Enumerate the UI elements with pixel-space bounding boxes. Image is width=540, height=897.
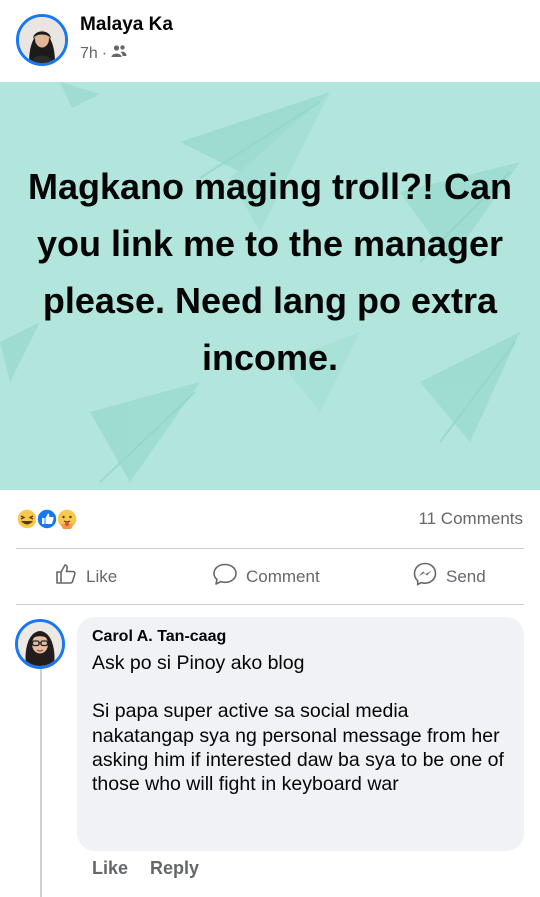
- haha-reaction-icon: [16, 508, 38, 530]
- commenter-avatar-image: [18, 622, 62, 666]
- like-icon: [54, 562, 78, 591]
- comment-thread: Carol A. Tan-caag Ask po si Pinoy ako bl…: [0, 605, 540, 897]
- author-name[interactable]: Malaya Ka: [80, 14, 173, 36]
- comment-button[interactable]: Comment: [212, 549, 320, 604]
- meta-separator: ·: [101, 44, 108, 62]
- post-background[interactable]: Magkano maging troll?! Can you link me t…: [0, 82, 540, 490]
- reaction-icons[interactable]: [16, 508, 80, 530]
- post-text: Magkano maging troll?! Can you link me t…: [27, 166, 512, 378]
- comment-reply-link[interactable]: Reply: [150, 858, 199, 879]
- care-reaction-icon: [56, 508, 78, 530]
- like-button[interactable]: Like: [54, 549, 117, 604]
- comment-like-link[interactable]: Like: [92, 858, 128, 879]
- post-meta: 7h ·: [80, 44, 127, 63]
- send-label: Send: [446, 566, 486, 586]
- commenter-avatar[interactable]: [15, 619, 65, 669]
- post-time[interactable]: 7h: [80, 45, 98, 63]
- thread-line: [40, 665, 42, 897]
- reactions-summary[interactable]: 11 Comments: [0, 490, 540, 548]
- comment-icon: [212, 562, 238, 591]
- comment-bubble[interactable]: Carol A. Tan-caag Ask po si Pinoy ako bl…: [77, 617, 524, 851]
- post-actions: Like Comment Send: [0, 549, 540, 604]
- comment-text: Ask po si Pinoy ako blog Si papa super a…: [92, 652, 504, 796]
- comments-count[interactable]: 11 Comments: [418, 509, 523, 529]
- author-avatar[interactable]: [16, 14, 68, 66]
- comment-label: Comment: [246, 566, 320, 586]
- like-reaction-icon: [36, 508, 58, 530]
- like-label: Like: [86, 566, 118, 586]
- send-button[interactable]: Send: [412, 549, 486, 604]
- commenter-name[interactable]: Carol A. Tan-caag: [92, 626, 509, 648]
- comment-actions: Like Reply: [92, 858, 199, 879]
- friends-icon[interactable]: [111, 44, 127, 63]
- post-header: Malaya Ka 7h ·: [0, 0, 540, 82]
- messenger-icon: [412, 561, 438, 592]
- author-avatar-image: [19, 17, 65, 63]
